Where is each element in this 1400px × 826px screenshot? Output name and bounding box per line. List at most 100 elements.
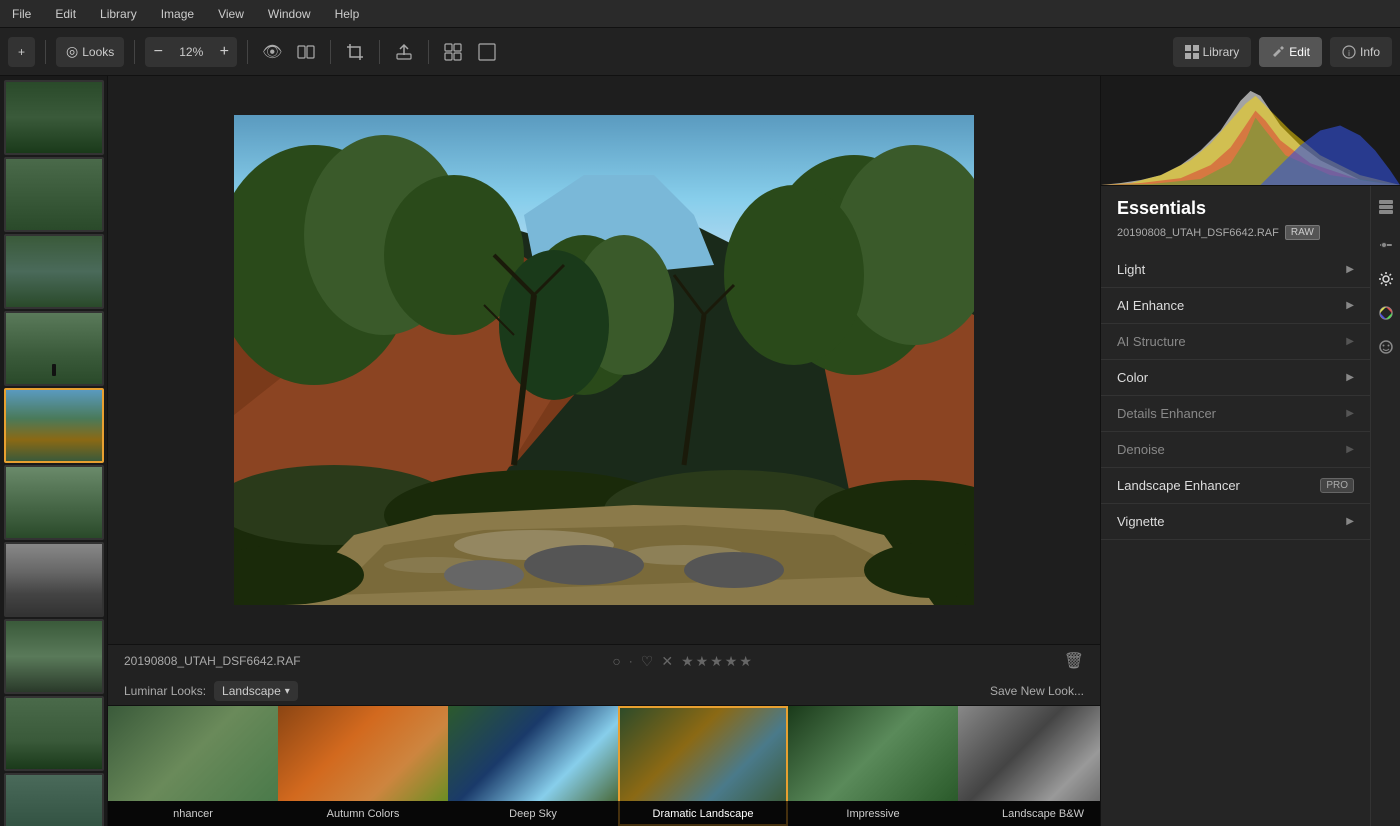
color-section: Color ▶ — [1101, 360, 1370, 396]
compare-icon[interactable] — [292, 38, 320, 66]
file-meta: 20190808_UTAH_DSF6642.RAF RAW — [1117, 225, 1354, 240]
ai-enhance-section: AI Enhance ▶ — [1101, 288, 1370, 324]
frame-icon[interactable] — [473, 38, 501, 66]
filmstrip-thumb-6[interactable] — [4, 465, 104, 540]
separator-1 — [45, 40, 46, 64]
separator-6 — [428, 40, 429, 64]
look-enhancer-label: nhancer — [108, 801, 278, 826]
filmstrip-thumb-3[interactable] — [4, 234, 104, 309]
ai-structure-header[interactable]: AI Structure ▶ — [1101, 324, 1370, 359]
zoom-minus[interactable]: − — [145, 37, 171, 67]
reject-icon[interactable]: ✕ — [661, 653, 673, 670]
share-icon[interactable] — [390, 38, 418, 66]
adjust-icon[interactable] — [1373, 232, 1399, 258]
star-rating[interactable]: ★ ★ ★ ★ ★ — [681, 653, 752, 670]
save-new-look-button[interactable]: Save New Look... — [990, 684, 1084, 698]
look-impressive-thumb — [788, 706, 958, 801]
edit-tab[interactable]: Edit — [1259, 37, 1322, 67]
look-enhancer-thumb — [108, 706, 278, 801]
zoom-plus[interactable]: + — [211, 37, 237, 67]
filmstrip-thumb-8[interactable] — [4, 619, 104, 694]
landscape-enhancer-section: Landscape Enhancer PRO — [1101, 468, 1370, 504]
add-button[interactable]: + — [8, 37, 35, 67]
filmstrip-thumb-10[interactable] — [4, 773, 104, 826]
eye-icon[interactable]: 👁 — [258, 38, 286, 66]
light-title: Light — [1117, 262, 1346, 277]
star-3[interactable]: ★ — [710, 653, 723, 670]
star-1[interactable]: ★ — [681, 653, 694, 670]
filmstrip-thumb-7[interactable] — [4, 542, 104, 617]
sun-icon[interactable] — [1373, 266, 1399, 292]
menu-image[interactable]: Image — [157, 5, 198, 23]
look-bw-thumb — [958, 706, 1100, 801]
look-autumn[interactable]: Autumn Colors — [278, 706, 448, 826]
denoise-title: Denoise — [1117, 442, 1346, 457]
denoise-header[interactable]: Denoise ▶ — [1101, 432, 1370, 467]
menu-window[interactable]: Window — [264, 5, 315, 23]
ai-structure-section: AI Structure ▶ — [1101, 324, 1370, 360]
light-header[interactable]: Light ▶ — [1101, 252, 1370, 287]
main-layout: 20190808_UTAH_DSF6642.RAF ○ · ♡ ✕ ★ ★ ★ … — [0, 76, 1400, 826]
color-header[interactable]: Color ▶ — [1101, 360, 1370, 395]
essentials-section: Essentials 20190808_UTAH_DSF6642.RAF RAW — [1101, 186, 1370, 252]
details-enhancer-chevron-icon: ▶ — [1346, 408, 1354, 419]
crop-icon[interactable] — [341, 38, 369, 66]
filmstrip-thumb-5[interactable] — [4, 388, 104, 463]
layers-icon[interactable] — [1373, 194, 1399, 220]
filmstrip-thumb-4[interactable] — [4, 311, 104, 386]
separator-4 — [330, 40, 331, 64]
toolbar: + ◎ Looks − 12% + 👁 Library Edit — [0, 28, 1400, 76]
canvas-area[interactable] — [108, 76, 1100, 644]
circle-rating-icon[interactable]: ○ — [612, 653, 620, 669]
landscape-enhancer-header[interactable]: Landscape Enhancer PRO — [1101, 468, 1370, 503]
look-dramatic[interactable]: Dramatic Landscape — [618, 706, 788, 826]
star-5[interactable]: ★ — [739, 653, 752, 670]
menu-edit[interactable]: Edit — [51, 5, 80, 23]
menu-help[interactable]: Help — [331, 5, 364, 23]
color-wheel-icon[interactable] — [1373, 300, 1399, 326]
menubar: File Edit Library Image View Window Help — [0, 0, 1400, 28]
looks-button[interactable]: ◎ Looks — [56, 37, 124, 67]
looks-thumbnails[interactable]: nhancer Autumn Colors Deep Sky Dramatic … — [108, 706, 1100, 826]
look-deepsky-thumb — [448, 706, 618, 801]
filename-label: 20190808_UTAH_DSF6642.RAF — [124, 654, 301, 668]
separator-3 — [247, 40, 248, 64]
look-impressive[interactable]: Impressive — [788, 706, 958, 826]
details-enhancer-header[interactable]: Details Enhancer ▶ — [1101, 396, 1370, 431]
pro-badge: PRO — [1320, 478, 1354, 493]
delete-button[interactable]: 🗑 — [1064, 651, 1084, 671]
looks-icon: ◎ — [66, 43, 78, 60]
vignette-title: Vignette — [1117, 514, 1346, 529]
filmstrip-thumb-9[interactable] — [4, 696, 104, 771]
look-deepsky[interactable]: Deep Sky — [448, 706, 618, 826]
rating-row: ○ · ♡ ✕ ★ ★ ★ ★ ★ — [313, 653, 1052, 670]
looks-category-dropdown[interactable]: Landscape ▾ — [214, 681, 298, 701]
zoom-value: 12% — [171, 45, 211, 59]
looks-bar: Luminar Looks: Landscape ▾ Save New Look… — [108, 677, 1100, 706]
heart-icon[interactable]: ♡ — [641, 653, 654, 670]
filmstrip[interactable] — [0, 76, 108, 826]
menu-file[interactable]: File — [8, 5, 35, 23]
svg-text:i: i — [1348, 49, 1350, 58]
landscape-enhancer-title: Landscape Enhancer — [1117, 478, 1312, 493]
menu-library[interactable]: Library — [96, 5, 141, 23]
library-tab[interactable]: Library — [1173, 37, 1252, 67]
filmstrip-thumb-2[interactable] — [4, 157, 104, 232]
raw-badge: RAW — [1285, 225, 1320, 240]
face-icon[interactable] — [1373, 334, 1399, 360]
look-bw[interactable]: Landscape B&W — [958, 706, 1100, 826]
menu-view[interactable]: View — [214, 5, 248, 23]
panel-content[interactable]: Essentials 20190808_UTAH_DSF6642.RAF RAW… — [1101, 186, 1400, 826]
look-enhancer[interactable]: nhancer — [108, 706, 278, 826]
zoom-controls: − 12% + — [145, 37, 237, 67]
color-title: Color — [1117, 370, 1346, 385]
star-2[interactable]: ★ — [696, 653, 709, 670]
color-chevron-icon: ▶ — [1346, 372, 1354, 383]
ai-enhance-header[interactable]: AI Enhance ▶ — [1101, 288, 1370, 323]
filmstrip-thumb-1[interactable] — [4, 80, 104, 155]
grid-icon[interactable] — [439, 38, 467, 66]
look-autumn-thumb — [278, 706, 448, 801]
vignette-header[interactable]: Vignette ▶ — [1101, 504, 1370, 539]
info-tab[interactable]: i Info — [1330, 37, 1392, 67]
star-4[interactable]: ★ — [725, 653, 738, 670]
